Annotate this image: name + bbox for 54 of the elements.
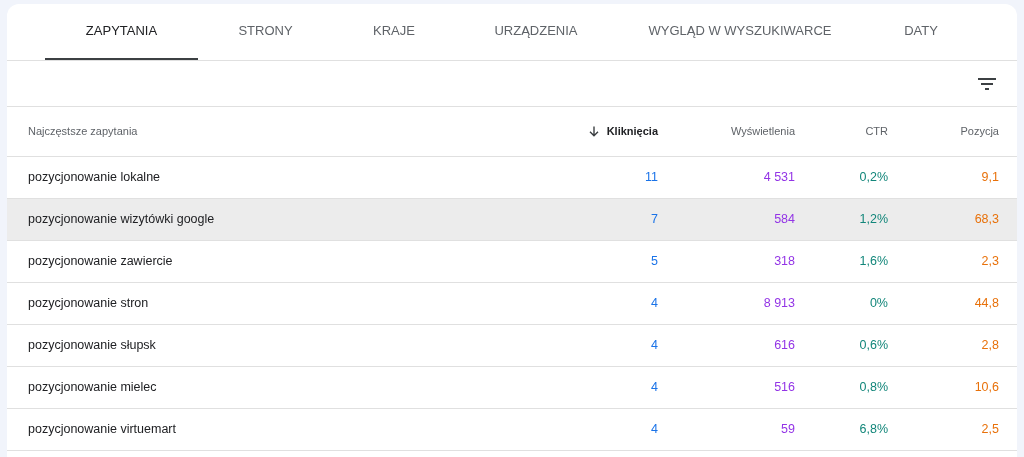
metric-cell: 68,3 (974, 212, 999, 227)
tab[interactable]: STRONY (198, 4, 333, 60)
metric-cell: 1,2% (859, 212, 888, 227)
metric-cell: 4 (651, 380, 658, 395)
metric-cell: 11 (645, 170, 658, 185)
tab[interactable]: WYGLĄD W WYSZUKIWARCE (617, 4, 863, 60)
metric-cell: 44,8 (974, 296, 999, 311)
metric-cell: 318 (774, 254, 795, 269)
metric-cell: 2,5 (981, 422, 999, 437)
metric-cell: 0,2% (859, 170, 888, 185)
metric-cell: 2,8 (981, 338, 999, 353)
metric-cell: 4 (651, 296, 658, 311)
query-cell: pozycjonowanie virtuemart (28, 422, 176, 437)
query-cell: pozycjonowanie mielec (28, 380, 157, 395)
metric-cell: 10,6 (974, 380, 999, 395)
column-header[interactable]: Najczęstsze zapytania (28, 123, 548, 140)
metric-cell: 0,6% (859, 338, 888, 353)
table-row[interactable]: pozycjonowanie stron 4 8 913 0% 44,8 (7, 283, 1017, 325)
table-row[interactable]: pozycjonowanie zawiercie 5 318 1,6% 2,3 (7, 241, 1017, 283)
metric-cell: 8 913 (763, 296, 795, 311)
metric-cell: 1,6% (859, 254, 888, 269)
table-row[interactable]: pozycjonowanie słupsk 4 616 0,6% 2,8 (7, 325, 1017, 367)
query-cell: pozycjonowanie lokalne (28, 170, 161, 185)
column-header[interactable]: CTR (795, 123, 888, 140)
metric-cell: 616 (774, 338, 795, 353)
table-row[interactable]: pozycjonowanie wizytówki google 7 584 1,2% 68,3 (7, 199, 1017, 241)
tab[interactable]: ZAPYTANIA (45, 4, 198, 60)
metric-cell: 59 (781, 422, 795, 437)
sort-down-arrow-icon (588, 126, 599, 137)
tab[interactable]: KRAJE (333, 4, 455, 60)
query-cell: pozycjonowanie stron (28, 296, 149, 311)
query-cell: pozycjonowanie słupsk (28, 338, 156, 353)
column-header[interactable]: Kliknięcia (548, 123, 658, 140)
metric-cell: 4 531 (763, 170, 795, 185)
filter-icon (977, 76, 997, 91)
table-row[interactable]: pozycjonowanie virtuemart 4 59 6,8% 2,5 (7, 409, 1017, 451)
metric-cell: 2,3 (981, 254, 999, 269)
metric-cell: 584 (774, 212, 795, 227)
column-header[interactable]: Pozycja (888, 123, 999, 140)
metric-cell: 7 (651, 212, 658, 227)
query-cell: pozycjonowanie zawiercie (28, 254, 173, 269)
metric-cell: 0,8% (859, 380, 888, 395)
metric-cell: 9,1 (981, 170, 999, 185)
metric-cell: 516 (774, 380, 795, 395)
metric-cell: 4 (651, 422, 658, 437)
metric-cell: 0% (869, 296, 888, 311)
query-cell: pozycjonowanie wizytówki google (28, 212, 215, 227)
tab[interactable]: DATY (863, 4, 979, 60)
tab[interactable]: URZĄDZENIA (455, 4, 617, 60)
table-row[interactable]: pozycjonowanie mielec 4 516 0,8% 10,6 (7, 367, 1017, 409)
metric-cell: 6,8% (859, 422, 888, 437)
metric-cell: 5 (651, 254, 658, 269)
metric-cell: 4 (651, 338, 658, 353)
column-header[interactable]: Wyświetlenia (658, 123, 795, 140)
